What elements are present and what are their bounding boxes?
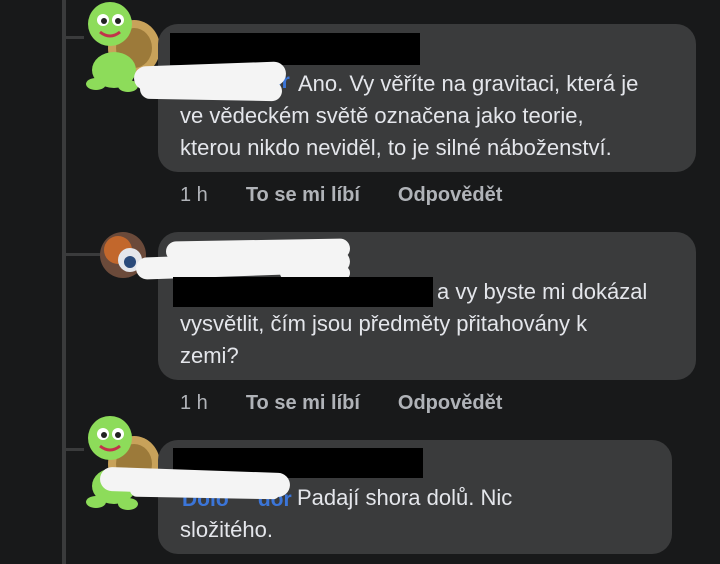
- reply-button-2[interactable]: Odpovědět: [398, 392, 502, 415]
- thread-line-main: [62, 0, 66, 564]
- comment-text-3: Padají shora dolů. Nic: [297, 482, 657, 514]
- like-button-1[interactable]: To se mi líbí: [246, 184, 360, 207]
- redacted-name-1: [170, 33, 420, 65]
- comment-text-2-line-2: vysvětlit, čím jsou předměty přitahovány…: [180, 311, 588, 336]
- comment-text-2-line-1: a vy byste mi dokázal: [437, 279, 648, 304]
- comment-text-2: a vy byste mi dokázal: [437, 276, 687, 308]
- comment-actions-2: 1 h To se mi líbí Odpovědět: [180, 392, 502, 415]
- comment-text-3-line-1: Padají shora dolů. Nic: [297, 485, 513, 510]
- comment-text-1-rest: ve vědeckém světě označena jako teorie, …: [180, 100, 680, 164]
- comment-text-3-line-2: složitého.: [180, 517, 273, 542]
- comment-text-1-line-3: kterou nikdo neviděl, to je silné nábože…: [180, 135, 612, 160]
- comment-actions-1: 1 h To se mi líbí Odpovědět: [180, 184, 502, 207]
- comment-text-3-rest: složitého.: [180, 514, 540, 546]
- comment-text-1-line-2: ve vědeckém světě označena jako teorie,: [180, 103, 584, 128]
- redacted-name-2: [173, 277, 433, 307]
- comment-text-1: Ano. Vy věříte na gravitaci, která je: [298, 68, 688, 100]
- like-button-2[interactable]: To se mi líbí: [246, 392, 360, 415]
- thread-line-branch-2: [62, 253, 100, 256]
- comment-text-2-rest: vysvětlit, čím jsou předměty přitahovány…: [180, 308, 680, 372]
- comment-text-1-line-1: Ano. Vy věříte na gravitaci, která je: [298, 71, 639, 96]
- comment-time-2[interactable]: 1 h: [180, 392, 208, 415]
- reply-button-1[interactable]: Odpovědět: [398, 184, 502, 207]
- comment-text-2-line-3: zemi?: [180, 343, 239, 368]
- comment-time-1[interactable]: 1 h: [180, 184, 208, 207]
- redaction-scribble-1b: [139, 78, 283, 102]
- redaction-scribble-3b: [129, 482, 281, 500]
